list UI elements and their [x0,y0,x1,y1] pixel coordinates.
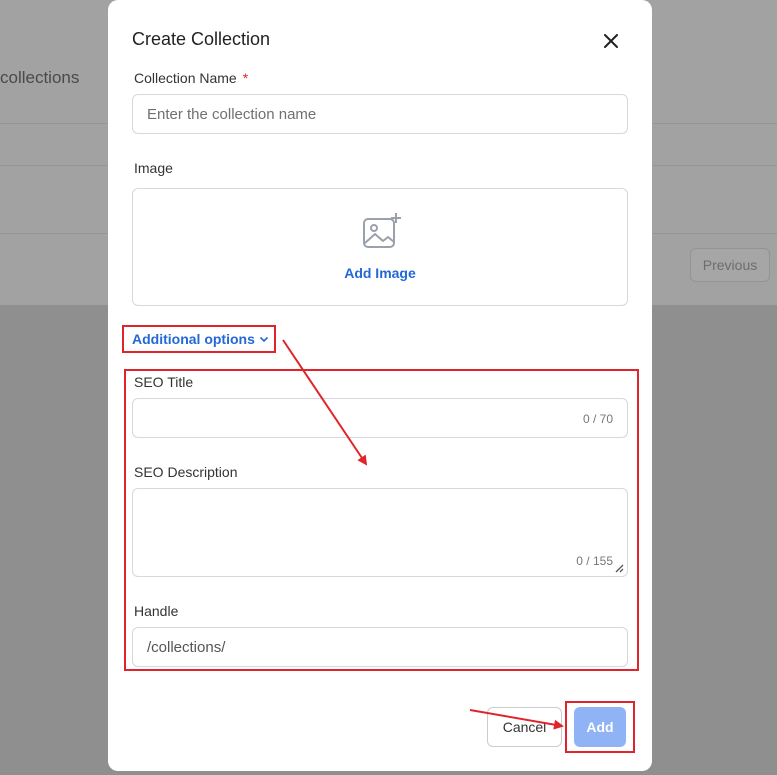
add-button[interactable]: Add [574,707,626,747]
seo-title-input[interactable]: 0 / 70 [132,398,628,438]
cancel-button[interactable]: Cancel [487,707,562,747]
resize-handle-icon[interactable] [614,563,624,573]
seo-title-counter: 0 / 70 [582,412,613,426]
previous-button[interactable]: Previous [690,248,770,282]
close-icon [604,34,618,48]
image-upload-area[interactable]: Add Image [132,188,628,306]
seo-description-textarea[interactable]: 0 / 155 [132,488,628,577]
required-mark: * [242,70,249,86]
create-collection-modal: Create Collection Collection Name * Enter… [108,0,652,771]
handle-input[interactable]: /collections/ [132,627,628,667]
handle-label: Handle [134,603,179,619]
seo-description-counter: 0 / 155 [576,554,613,568]
additional-options-label: Additional options [132,331,255,347]
additional-options-toggle[interactable]: Additional options [122,325,276,353]
collection-name-input[interactable]: Enter the collection name [132,94,628,134]
collection-name-placeholder: Enter the collection name [147,106,317,123]
seo-title-label: SEO Title [134,374,194,390]
close-button[interactable] [600,30,622,52]
image-label: Image [134,160,173,176]
handle-value: /collections/ [147,639,226,656]
collection-name-label: Collection Name * [134,70,249,86]
modal-title: Create Collection [132,29,271,49]
add-image-link[interactable]: Add Image [133,265,627,281]
background-page-title: collections [0,68,80,87]
image-plus-icon [363,213,401,248]
seo-description-label: SEO Description [134,464,238,480]
chevron-down-icon [259,336,268,343]
